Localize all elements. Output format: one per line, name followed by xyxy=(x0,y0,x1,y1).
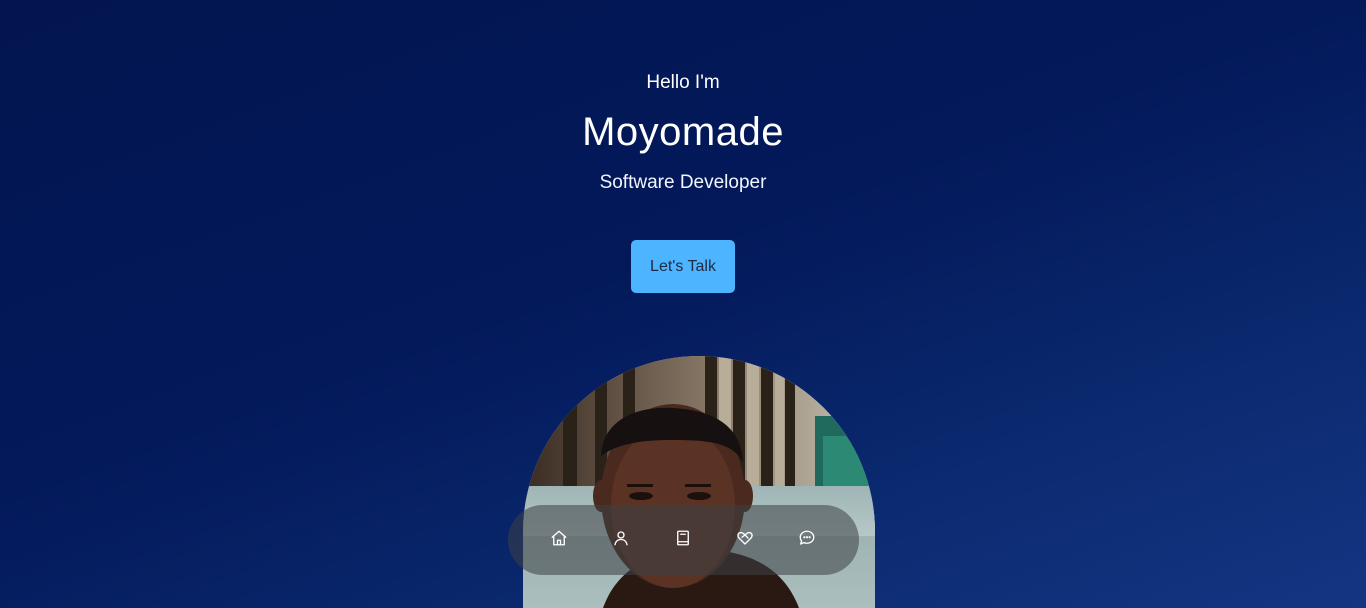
greeting-text: Hello I'm xyxy=(646,72,720,93)
lets-talk-button[interactable]: Let's Talk xyxy=(631,240,735,293)
chat-icon xyxy=(798,529,816,552)
home-icon xyxy=(550,529,568,552)
nav-about[interactable] xyxy=(608,527,634,553)
user-icon xyxy=(612,529,630,552)
nav-home[interactable] xyxy=(546,527,572,553)
hero-name: Moyomade xyxy=(582,110,784,154)
nav-services[interactable] xyxy=(732,527,758,553)
book-icon xyxy=(674,529,692,552)
hero-role: Software Developer xyxy=(599,172,767,193)
nav-contact[interactable] xyxy=(794,527,820,553)
bottom-nav xyxy=(508,505,859,575)
handshake-icon xyxy=(736,529,754,552)
nav-experience[interactable] xyxy=(670,527,696,553)
